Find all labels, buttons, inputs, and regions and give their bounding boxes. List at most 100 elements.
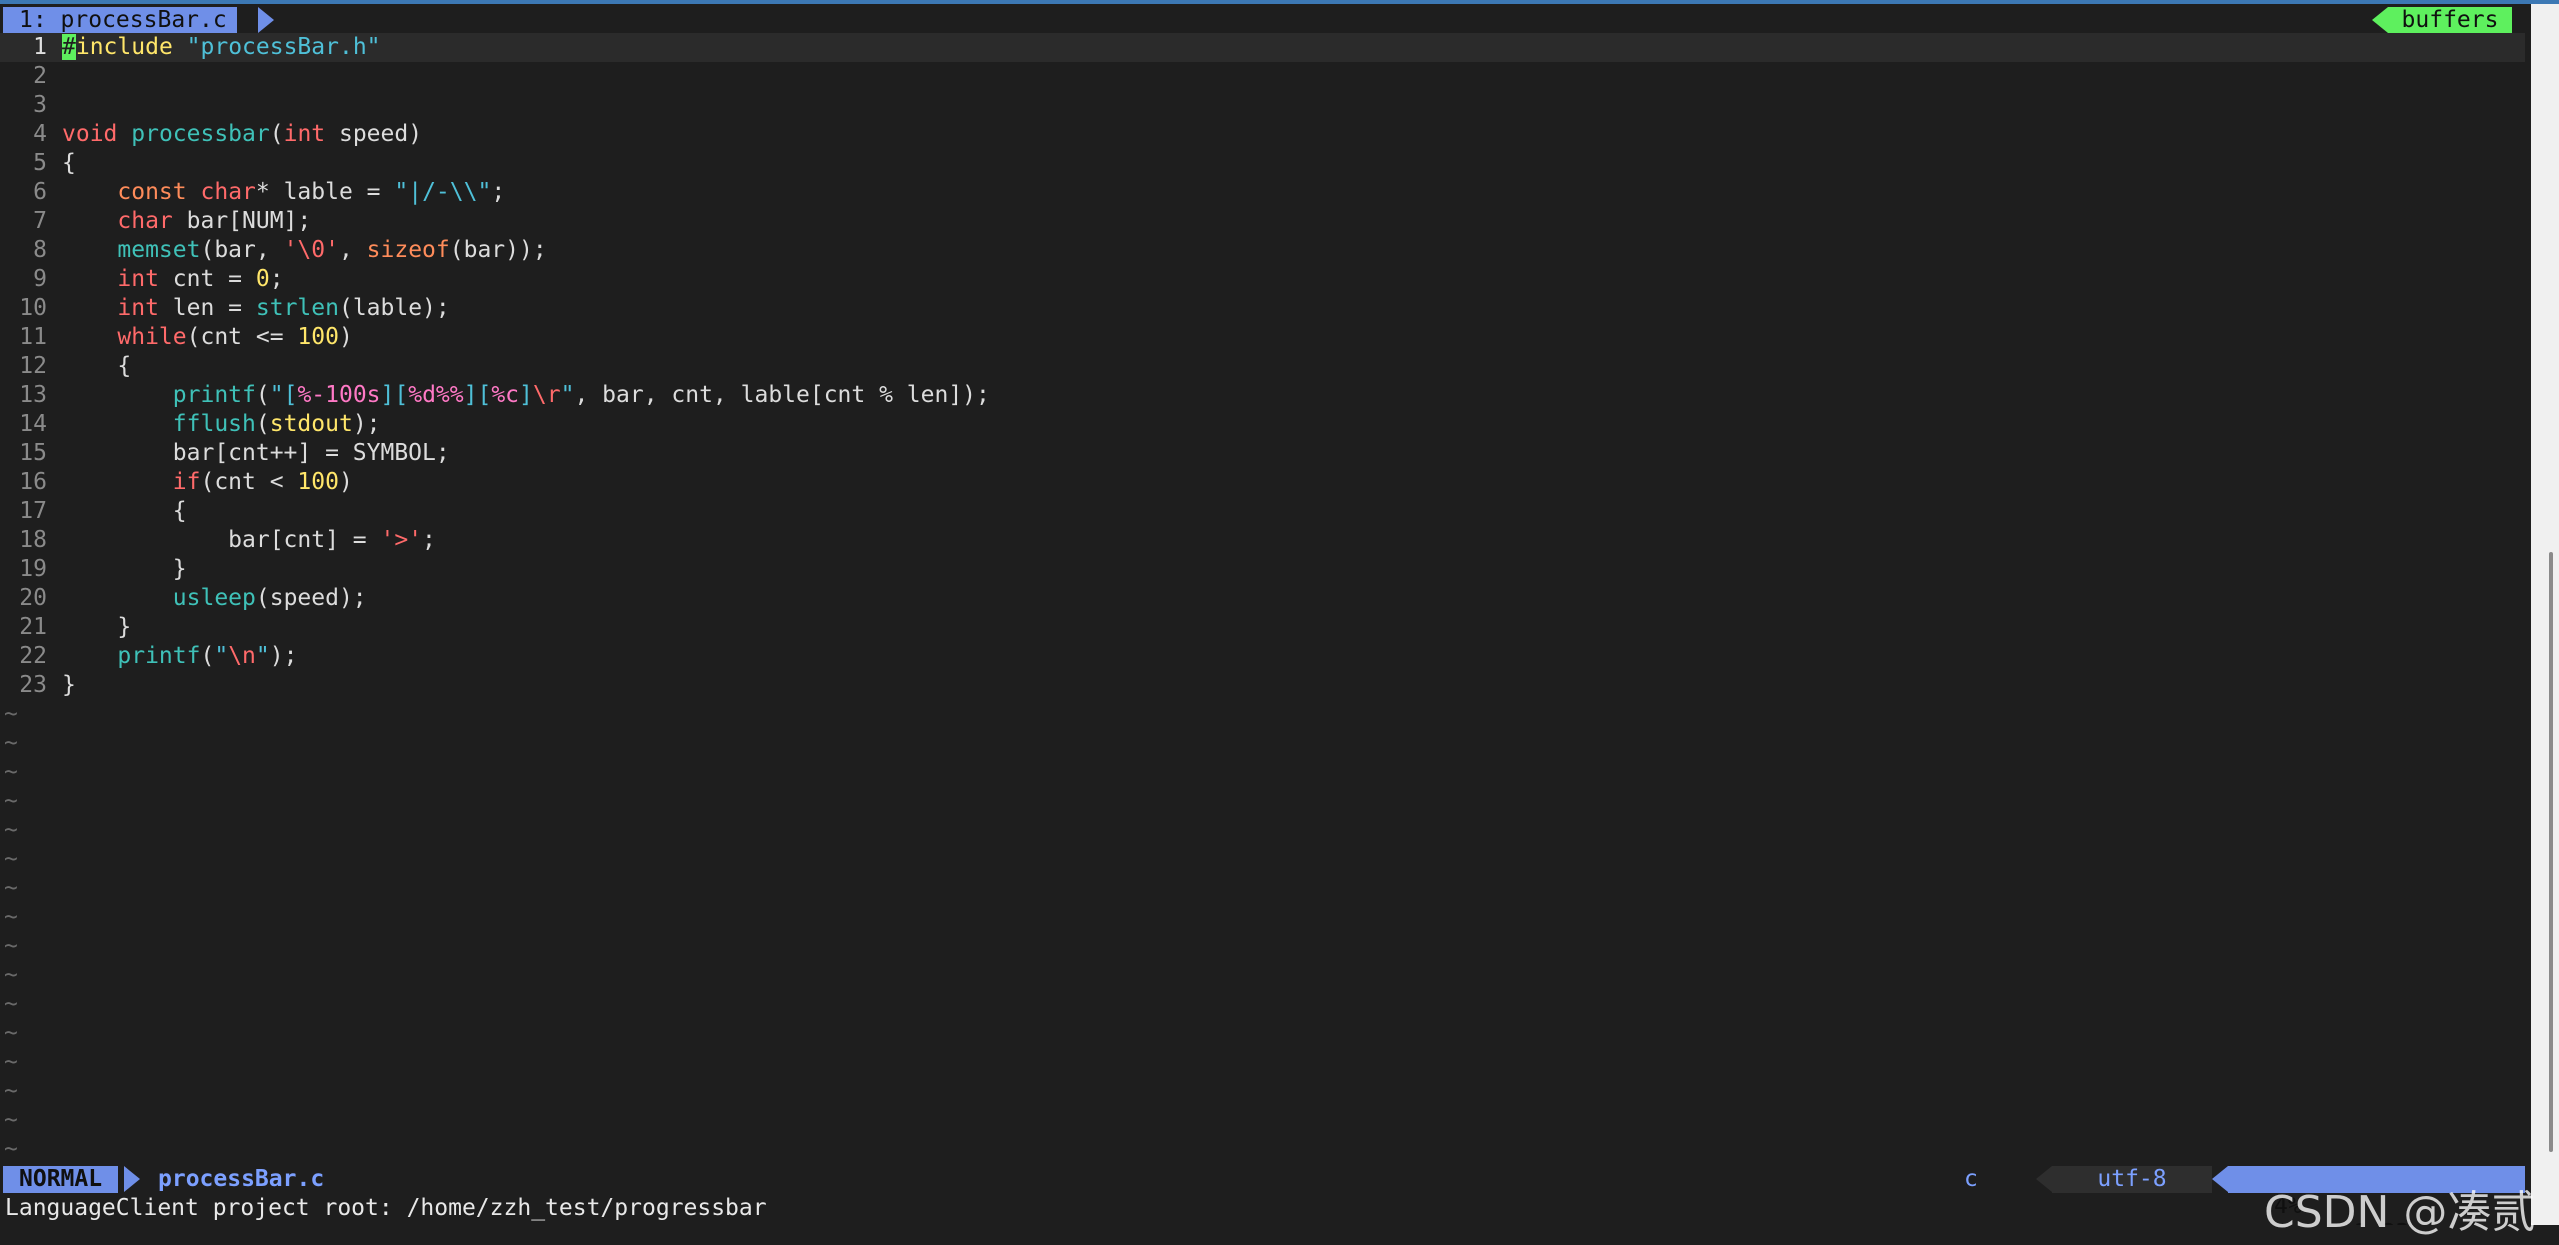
line-text: void processbar(int speed) <box>62 120 422 149</box>
code-token: (bar, <box>200 237 284 263</box>
code-token: , <box>338 237 367 263</box>
code-token: void <box>62 121 118 147</box>
line-text: if(cnt < 100) <box>62 468 353 497</box>
code-line[interactable]: 7 char bar[NUM]; <box>0 207 2525 236</box>
code-token: if <box>172 469 201 495</box>
line-text: usleep(speed); <box>62 584 367 613</box>
position-separator-arrow-icon <box>2212 1166 2228 1192</box>
line-number: 6 <box>33 179 47 205</box>
code-line[interactable]: 11 while(cnt <= 100) <box>0 323 2525 352</box>
empty-line-tilde: ~ <box>4 933 18 959</box>
code-line[interactable]: 8 memset(bar, '\0', sizeof(bar)); <box>0 236 2525 265</box>
code-line[interactable]: 18 bar[cnt] = '>'; <box>0 526 2525 555</box>
code-token: include <box>75 34 173 60</box>
mode-separator-arrow-icon <box>124 1166 140 1192</box>
code-token: "[ <box>269 382 298 408</box>
code-line[interactable]: 4 void processbar(int speed) <box>0 120 2525 149</box>
code-token: strlen <box>255 295 339 321</box>
line-text: fflush(stdout); <box>62 410 381 439</box>
code-token: len = <box>158 295 256 321</box>
code-token: '\0' <box>283 237 339 263</box>
line-number: 3 <box>33 92 47 118</box>
code-line[interactable]: 22 printf("\n"); <box>0 642 2525 671</box>
line-number: 23 <box>19 672 47 698</box>
scrollbar-thumb[interactable] <box>2549 552 2553 1152</box>
code-line[interactable]: 23} <box>0 671 2525 700</box>
code-line[interactable]: 3 <box>0 91 2525 120</box>
code-line[interactable]: 19 } <box>0 555 2525 584</box>
line-text: } <box>62 671 76 700</box>
code-line[interactable]: 6 const char* lable = "|/-\\"; <box>0 178 2525 207</box>
code-line[interactable]: 15 bar[cnt++] = SYMBOL; <box>0 439 2525 468</box>
empty-line-tilde: ~ <box>4 1078 18 1104</box>
code-token: ); <box>269 643 298 669</box>
encoding-separator-arrow-icon <box>2036 1166 2052 1192</box>
code-token: 100 <box>297 469 339 495</box>
line-number: 9 <box>33 266 47 292</box>
code-token: (cnt < <box>200 469 298 495</box>
code-line[interactable]: 2 <box>0 62 2525 91</box>
code-line[interactable]: 1 #include "processBar.h" <box>0 33 2525 62</box>
code-token: " <box>214 643 229 669</box>
code-line[interactable]: 14 fflush(stdout); <box>0 410 2525 439</box>
line-text: { <box>62 497 187 526</box>
scrollbar-track[interactable] <box>2531 4 2559 1245</box>
line-text: { <box>62 352 131 381</box>
code-token: 100 <box>297 324 339 350</box>
line-number: 22 <box>19 643 47 669</box>
code-line[interactable]: 12 { <box>0 352 2525 381</box>
empty-line-tilde: ~ <box>4 962 18 988</box>
line-text: } <box>62 555 187 584</box>
code-token: " <box>255 643 270 669</box>
code-token: char <box>117 208 173 234</box>
code-token: printf <box>117 643 201 669</box>
code-line[interactable]: 13 printf("[%-100s][%d%%][%c]\r", bar, c… <box>0 381 2525 410</box>
vim-window[interactable]: 1: processBar.c buffers 1 #include "proce… <box>0 0 2559 1245</box>
empty-line-tilde: ~ <box>4 1020 18 1046</box>
empty-line-tilde: ~ <box>4 1136 18 1162</box>
code-line[interactable]: 16 if(cnt < 100) <box>0 468 2525 497</box>
line-text: char bar[NUM]; <box>62 207 311 236</box>
code-token: usleep <box>172 585 256 611</box>
code-token: ) <box>338 324 353 350</box>
code-token: \r <box>532 382 561 408</box>
status-filetype: c <box>1964 1166 1978 1192</box>
code-area[interactable]: 1 #include "processBar.h" 2 3 4 void processb… <box>0 33 2525 1164</box>
line-text: printf("[%-100s][%d%%][%c]\r", bar, cnt,… <box>62 381 990 410</box>
tabline: 1: processBar.c buffers <box>0 4 2525 34</box>
code-token: const <box>117 179 187 205</box>
code-line[interactable]: 17 { <box>0 497 2525 526</box>
code-token: '>' <box>380 527 423 553</box>
line-text: #include "processBar.h" <box>62 33 381 62</box>
code-token: ][ <box>380 382 409 408</box>
code-token: { <box>62 150 76 176</box>
empty-line-tilde: ~ <box>4 817 18 843</box>
empty-line-tilde: ~ <box>4 875 18 901</box>
line-number: 16 <box>19 469 47 495</box>
statusline: NORMAL processBar.c c utf-8 4% 1/23 : 1 <box>0 1165 2525 1245</box>
line-number: 2 <box>33 63 47 89</box>
line-text: const char* lable = "|/-\\"; <box>62 178 505 207</box>
code-token: memset <box>117 237 201 263</box>
code-line[interactable]: 5{ <box>0 149 2525 178</box>
code-line[interactable]: 20 usleep(speed); <box>0 584 2525 613</box>
code-line[interactable]: 10 int len = strlen(lable); <box>0 294 2525 323</box>
buffers-label[interactable]: buffers <box>2388 7 2512 34</box>
code-token: %c <box>491 382 520 408</box>
code-token: , bar, cnt, lable[cnt % len]); <box>574 382 990 408</box>
code-line[interactable]: 21 } <box>0 613 2525 642</box>
line-number: 5 <box>33 150 47 176</box>
code-token: 0 <box>255 266 270 292</box>
tab-processbar-c[interactable]: 1: processBar.c <box>3 7 237 34</box>
empty-line-tilde: ~ <box>4 1049 18 1075</box>
tab-separator-arrow-icon <box>258 7 274 33</box>
code-token: ][ <box>463 382 492 408</box>
line-number: 20 <box>19 585 47 611</box>
code-line[interactable]: 9 int cnt = 0; <box>0 265 2525 294</box>
code-token: } <box>62 556 187 582</box>
